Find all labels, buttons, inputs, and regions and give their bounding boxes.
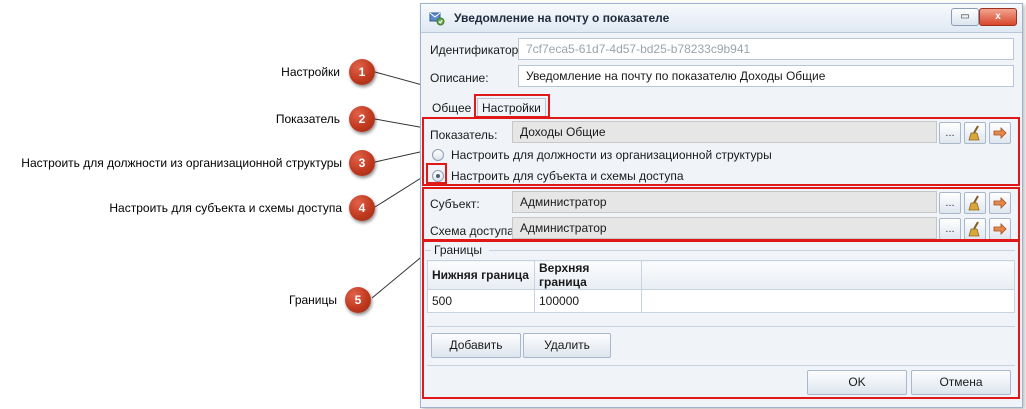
description-field[interactable]: Уведомление на почту по показателю Доход…	[518, 65, 1014, 87]
callout-badge-2: 2	[349, 106, 375, 132]
indicator-label: Показатель:	[430, 128, 498, 142]
ok-button[interactable]: OK	[807, 370, 907, 395]
access-scheme-field[interactable]: Администратор	[512, 217, 937, 239]
bounds-table[interactable]: Нижняя граница Верхняя граница 500 10000…	[427, 260, 1015, 313]
subject-label: Субъект:	[430, 197, 480, 211]
callout-label-1: Настройки	[281, 65, 340, 79]
arrow-icon	[993, 223, 1007, 235]
cell-lower[interactable]: 500	[427, 289, 535, 313]
close-button[interactable]: x	[979, 8, 1017, 26]
tab-general[interactable]: Общее	[432, 101, 471, 115]
indicator-goto-button[interactable]	[989, 122, 1011, 144]
subject-browse-button[interactable]: ...	[939, 192, 961, 214]
bounds-group-label: Границы	[434, 243, 482, 257]
notification-app-icon	[429, 12, 445, 26]
broom-icon	[968, 221, 980, 237]
callout-label-5: Границы	[289, 293, 337, 307]
radio-subject-label[interactable]: Настроить для субъекта и схемы доступа	[451, 169, 684, 183]
callout-label-4: Настроить для субъекта и схемы доступа	[109, 201, 342, 215]
callout-badge-1: 1	[349, 59, 375, 85]
indicator-field[interactable]: Доходы Общие	[512, 121, 937, 143]
subject-goto-button[interactable]	[989, 192, 1011, 214]
tab-settings[interactable]: Настройки	[477, 98, 546, 117]
callout-label-3: Настроить для должности из организационн…	[21, 156, 342, 170]
tab-strip-divider	[425, 118, 1017, 119]
cell-empty[interactable]	[641, 289, 1015, 313]
column-header-upper[interactable]: Верхняя граница	[534, 260, 642, 290]
broom-icon	[968, 195, 980, 211]
window-title: Уведомление на почту о показателе	[454, 11, 670, 25]
indicator-browse-button[interactable]: ...	[939, 122, 961, 144]
cell-upper[interactable]: 100000	[534, 289, 642, 313]
footer-divider	[427, 365, 1015, 366]
add-bound-button[interactable]: Добавить	[431, 333, 521, 358]
delete-bound-button[interactable]: Удалить	[523, 333, 611, 358]
identifier-field[interactable]: 7cf7eca5-61d7-4d57-bd25-b78233c9b941	[518, 38, 1014, 60]
subject-field[interactable]: Администратор	[512, 191, 937, 213]
restore-button[interactable]: ▭	[951, 8, 979, 26]
table-bottom-divider	[427, 326, 1015, 327]
column-header-lower[interactable]: Нижняя граница	[427, 260, 535, 290]
callout-badge-3: 3	[349, 150, 375, 176]
bounds-group-line-right	[489, 250, 1015, 251]
column-header-empty	[641, 260, 1015, 290]
description-label: Описание:	[430, 71, 489, 85]
title-bar[interactable]: Уведомление на почту о показателе ▭ x	[421, 4, 1022, 33]
radio-subject[interactable]	[432, 170, 444, 182]
radio-position[interactable]	[432, 149, 444, 161]
broom-icon	[968, 125, 980, 141]
access-scheme-goto-button[interactable]	[989, 218, 1011, 240]
bounds-group-line-left	[425, 250, 431, 251]
cancel-button[interactable]: Отмена	[911, 370, 1011, 395]
table-row[interactable]: 500 100000	[427, 289, 1015, 313]
callout-label-2: Показатель	[275, 112, 340, 126]
callout-badge-4: 4	[349, 195, 375, 221]
dialog-window: Уведомление на почту о показателе ▭ x Ид…	[420, 3, 1023, 408]
bounds-table-header: Нижняя граница Верхняя граница	[427, 260, 1015, 290]
identifier-label: Идентификатор:	[430, 43, 522, 57]
subject-clear-button[interactable]	[964, 192, 986, 214]
arrow-icon	[993, 127, 1007, 139]
indicator-clear-button[interactable]	[964, 122, 986, 144]
callout-badge-5: 5	[345, 287, 371, 313]
access-scheme-label: Схема доступа:	[430, 224, 518, 238]
arrow-icon	[993, 197, 1007, 209]
radio-position-label[interactable]: Настроить для должности из организационн…	[451, 148, 772, 162]
access-scheme-browse-button[interactable]: ...	[939, 218, 961, 240]
access-scheme-clear-button[interactable]	[964, 218, 986, 240]
